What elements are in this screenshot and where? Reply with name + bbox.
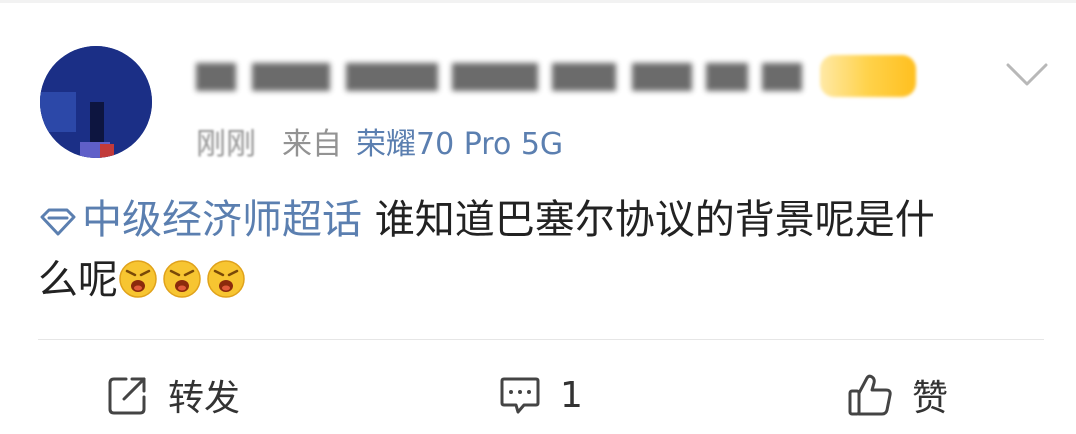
post-text-line1: 谁知道巴塞尔协议的背景呢是什 — [374, 197, 935, 243]
angry-face-emoji — [207, 260, 245, 298]
device-name[interactable]: 荣耀70 Pro 5G — [356, 119, 563, 163]
topic-label: 中级经济师超话 — [82, 197, 362, 243]
username-obscured[interactable] — [196, 55, 916, 99]
post-time: 刚刚 — [196, 127, 256, 162]
action-divider — [38, 339, 1044, 340]
source-label: 来自 — [282, 127, 342, 162]
angry-face-emoji — [163, 260, 201, 298]
comment-bubble-icon — [500, 377, 540, 414]
angry-face-emoji — [119, 260, 157, 298]
post-meta: 刚刚 来自 荣耀70 Pro 5G — [196, 120, 563, 162]
topic-link[interactable]: 中级经济师超话 — [38, 197, 362, 243]
post-text-line2: 么呢 — [38, 257, 118, 303]
like-label: 赞 — [912, 378, 949, 419]
chevron-down-icon[interactable] — [1004, 60, 1050, 88]
repost-button[interactable]: 转发 — [106, 370, 240, 420]
like-button[interactable]: 赞 — [846, 370, 948, 420]
share-box-icon — [108, 377, 146, 415]
post-content: 中级经济师超话 谁知道巴塞尔协议的背景呢是什 么呢 — [38, 190, 1048, 310]
comment-count: 1 — [560, 374, 583, 416]
diamond-topic-icon — [40, 208, 76, 236]
thumbs-up-icon — [848, 374, 892, 416]
vip-badge-icon — [820, 55, 916, 97]
avatar[interactable] — [40, 46, 152, 158]
top-divider — [0, 0, 1076, 3]
repost-label: 转发 — [168, 378, 241, 419]
comment-button[interactable]: 1 — [498, 370, 583, 420]
